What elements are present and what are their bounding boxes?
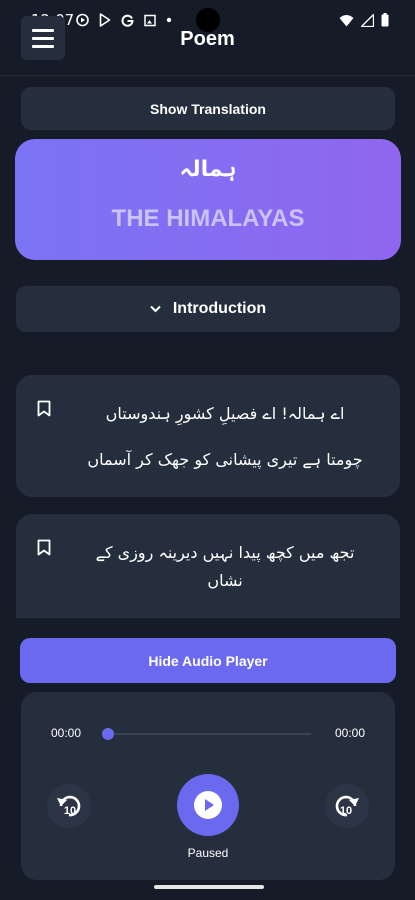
- verse-card: تجھ میں کچھ پیدا نہیں دیرینہ روزی کے نشا…: [16, 514, 400, 618]
- poem-title-urdu: ہمالہ: [179, 157, 237, 182]
- introduction-label: Introduction: [172, 300, 267, 317]
- seek-track[interactable]: [107, 733, 311, 735]
- forward-10-label: 10: [340, 805, 352, 817]
- forward-10-button[interactable]: 10: [325, 784, 369, 828]
- playback-status: Paused: [187, 846, 229, 860]
- rewind-10-icon: 10: [57, 795, 81, 817]
- verse-line: چومتا ہے تیری پیشانی کو جھک کر آسماں: [87, 450, 363, 469]
- poem-title-english: THE HIMALAYAS: [111, 205, 305, 232]
- seek-handle[interactable]: [102, 728, 114, 740]
- verse-line: اے ہمالہ! اے فصیلِ کشورِ ہندوستاں: [105, 404, 345, 423]
- bookmark-icon[interactable]: [37, 400, 51, 417]
- header-divider: [0, 75, 415, 76]
- home-indicator[interactable]: [154, 885, 264, 889]
- forward-10-icon: 10: [335, 795, 359, 817]
- play-button[interactable]: [177, 774, 239, 836]
- elapsed-time: 00:00: [51, 726, 82, 740]
- verse-list[interactable]: اے ہمالہ! اے فصیلِ کشورِ ہندوستاں چومتا …: [0, 358, 415, 618]
- rewind-10-label: 10: [64, 805, 76, 817]
- verse-card: اے ہمالہ! اے فصیلِ کشورِ ہندوستاں چومتا …: [16, 375, 400, 497]
- poem-title-card: ہمالہ THE HIMALAYAS: [15, 139, 401, 260]
- total-time: 00:00: [334, 726, 365, 740]
- page-title: Poem: [180, 28, 235, 50]
- rewind-10-button[interactable]: 10: [47, 784, 91, 828]
- show-translation-button[interactable]: Show Translation: [21, 87, 395, 130]
- verse-line: تجھ میں کچھ پیدا نہیں دیرینہ روزی کے: [95, 543, 355, 562]
- audio-player: 00:00 00:00 10 10 Paused: [21, 692, 395, 880]
- hide-audio-player-button[interactable]: Hide Audio Player: [20, 638, 396, 683]
- chevron-down-icon: [150, 302, 161, 316]
- play-icon: [194, 791, 222, 819]
- bookmark-icon[interactable]: [37, 539, 51, 556]
- verse-line: نشاں: [207, 571, 243, 590]
- introduction-toggle[interactable]: Introduction: [16, 286, 400, 332]
